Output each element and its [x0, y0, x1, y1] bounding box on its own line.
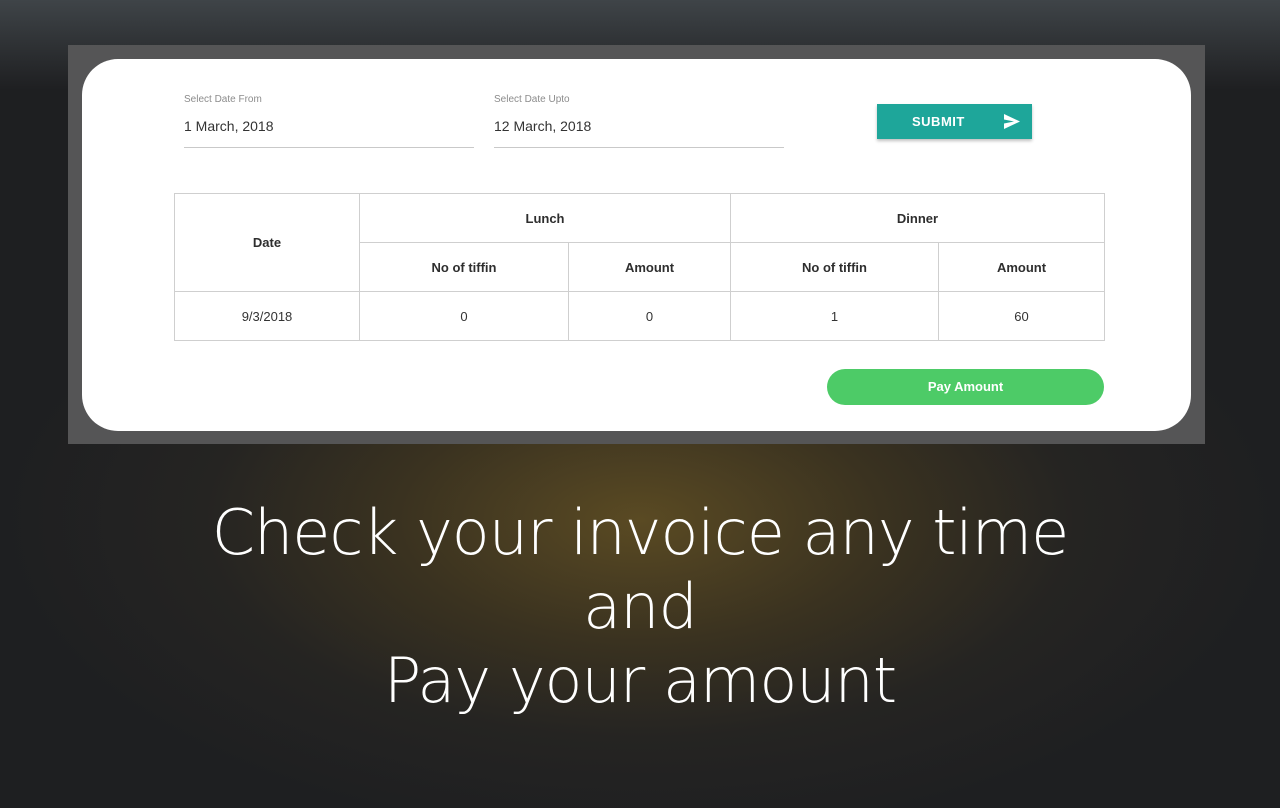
caption-line-1: Check your invoice any time: [211, 496, 1070, 569]
dinner-amount-header: Amount: [937, 242, 1106, 292]
pay-amount-button[interactable]: Pay Amount: [827, 369, 1104, 405]
row-lunch-tiffin: 0: [359, 291, 569, 341]
submit-label: SUBMIT: [912, 114, 965, 129]
lunch-tiffin-header: No of tiffin: [359, 242, 569, 292]
invoice-table: Date Lunch Dinner No of tiffin Amount No…: [174, 193, 1106, 341]
send-arrow-icon: [1004, 114, 1020, 129]
promo-caption: Check your invoice any time and Pay your…: [0, 496, 1280, 718]
date-from-field[interactable]: Select Date From 1 March, 2018: [184, 90, 474, 148]
date-from-value[interactable]: 1 March, 2018: [184, 118, 274, 134]
date-from-label: Select Date From: [184, 94, 262, 105]
row-dinner-amount: 60: [937, 291, 1106, 341]
date-upto-label: Select Date Upto: [494, 94, 570, 105]
row-lunch-amount: 0: [568, 291, 731, 341]
dinner-header: Dinner: [729, 193, 1106, 243]
table-row: 9/3/2018 0 0 1 60: [174, 291, 1106, 341]
caption-line-2: and: [583, 570, 698, 643]
row-date: 9/3/2018: [174, 291, 360, 341]
date-header: Date: [174, 193, 360, 292]
date-upto-field[interactable]: Select Date Upto 12 March, 2018: [494, 90, 784, 148]
lunch-amount-header: Amount: [568, 242, 731, 292]
caption-line-3: Pay your amount: [383, 644, 897, 717]
dinner-tiffin-header: No of tiffin: [730, 242, 939, 292]
lunch-header: Lunch: [359, 193, 731, 243]
row-dinner-tiffin: 1: [730, 291, 939, 341]
submit-button[interactable]: SUBMIT: [877, 104, 1032, 139]
date-upto-value[interactable]: 12 March, 2018: [494, 118, 591, 134]
